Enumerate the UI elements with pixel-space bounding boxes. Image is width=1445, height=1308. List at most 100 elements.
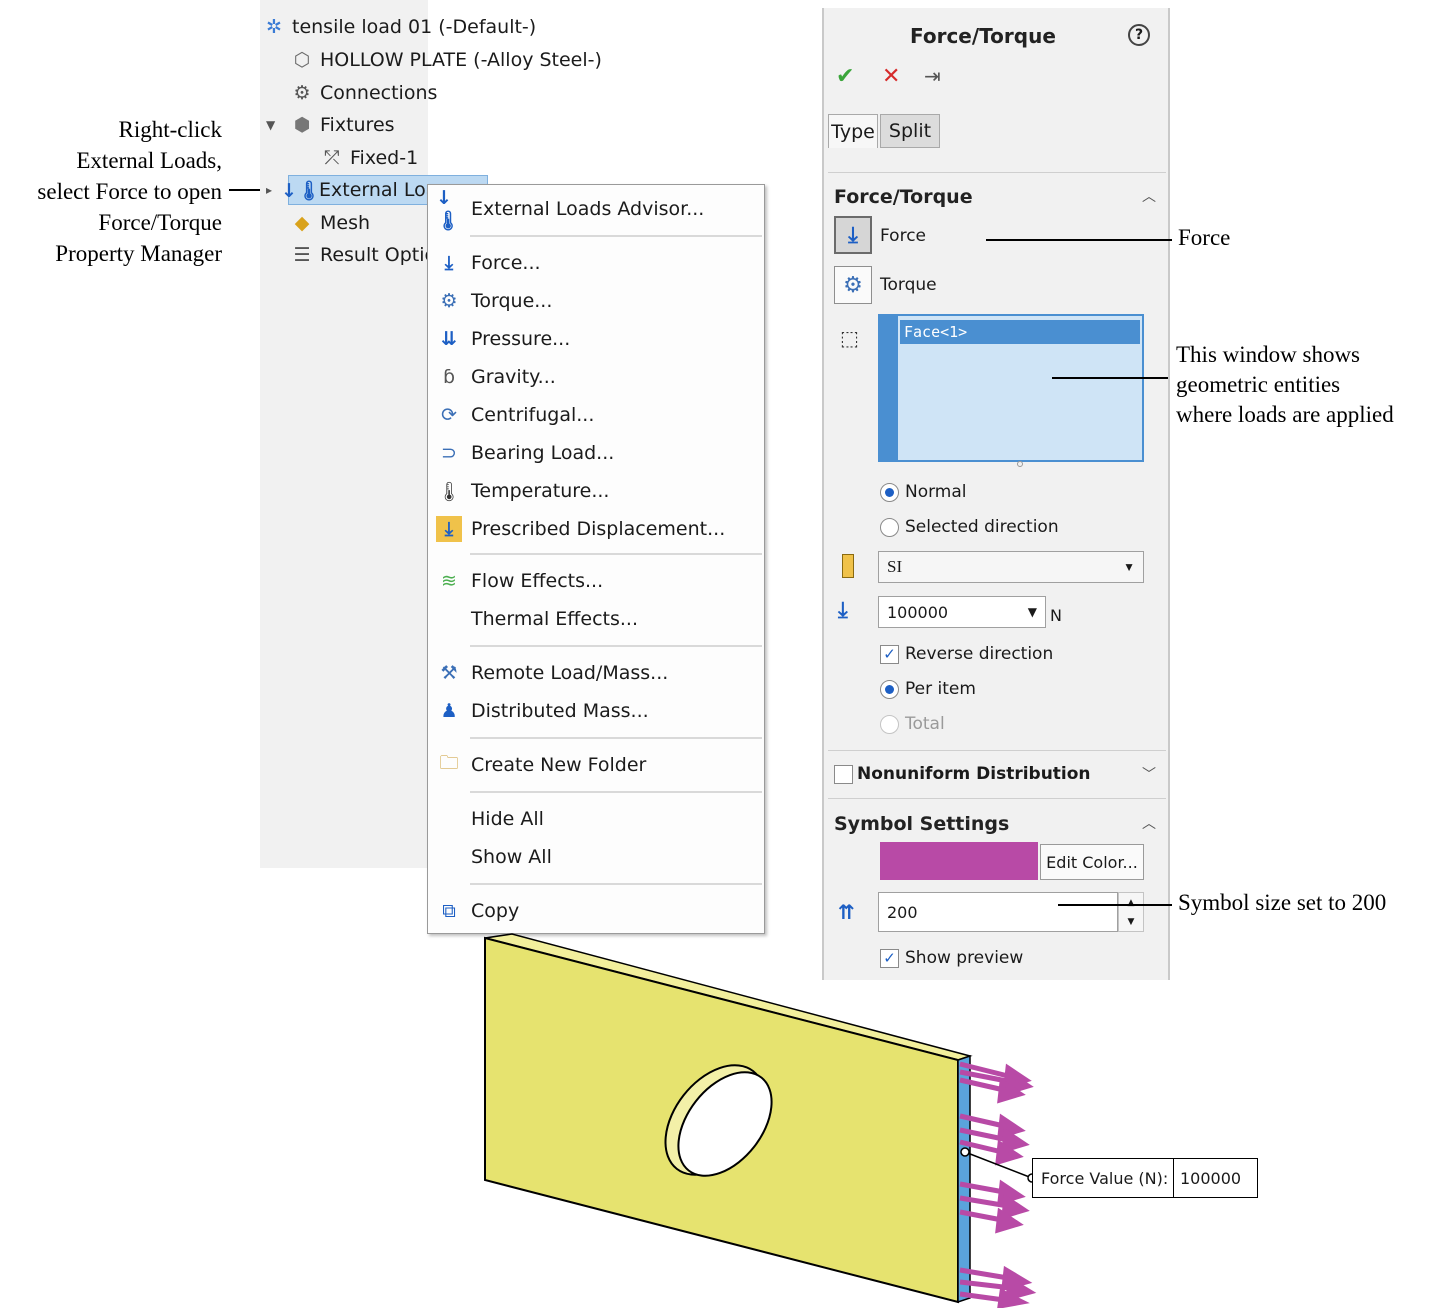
help-icon[interactable]: ?: [1128, 24, 1150, 46]
ok-icon[interactable]: ✔: [836, 64, 854, 89]
spin-up-icon[interactable]: ▲: [1128, 898, 1135, 908]
menu-item-prescribed-displacement[interactable]: ⤓ Prescribed Displacement...: [428, 511, 764, 547]
symbol-size-spinner[interactable]: ▲ ▼: [1118, 892, 1144, 932]
nonuniform-distribution-checkbox[interactable]: Nonuniform Distribution: [834, 764, 1091, 784]
menu-item-bearing-load[interactable]: ⊃ Bearing Load...: [428, 435, 764, 471]
force-torque-property-manager: Force/Torque ? ✔ ✕ ⇥ Type Split Force/To…: [822, 8, 1170, 980]
section-force-torque-header[interactable]: Force/Torque: [834, 186, 973, 208]
force-icon: ⤓: [444, 252, 454, 274]
menu-item-copy[interactable]: ⧉ Copy: [428, 893, 764, 929]
divider: [828, 750, 1166, 751]
callout-value: 100000: [1180, 1168, 1242, 1188]
per-item-radio[interactable]: Per item: [880, 679, 976, 699]
symbol-size-input[interactable]: 200: [878, 892, 1118, 932]
normal-radio[interactable]: Normal: [880, 482, 967, 502]
menu-item-hide-all[interactable]: Hide All: [428, 801, 764, 837]
tree-item-result-options[interactable]: ☰ Result Optic: [290, 240, 434, 270]
section-symbol-settings-header[interactable]: Symbol Settings: [834, 813, 1009, 835]
tree-item-mesh[interactable]: ◆ Mesh: [290, 208, 370, 238]
tree-item-label: HOLLOW PLATE (-Alloy Steel-): [320, 49, 602, 71]
flow-effects-icon: ≋: [441, 570, 457, 592]
tree-item-label: tensile load 01 (-Default-): [292, 16, 537, 38]
total-radio[interactable]: Total: [880, 714, 945, 734]
collapse-chevron-icon[interactable]: ︿: [1142, 813, 1156, 833]
units-value: SI: [887, 557, 903, 576]
selected-direction-radio[interactable]: Selected direction: [880, 517, 1059, 537]
selection-box[interactable]: Face<1>: [878, 314, 1144, 462]
nonuniform-label: Nonuniform Distribution: [857, 764, 1091, 784]
annotation-line-4: Force/Torque: [98, 210, 222, 235]
menu-item-gravity[interactable]: ɓ Gravity...: [428, 359, 764, 395]
menu-item-centrifugal[interactable]: ⟳ Centrifugal...: [428, 397, 764, 433]
symbol-size-icon: ⇈: [838, 900, 855, 924]
expand-chevron-icon[interactable]: ﹀: [1142, 764, 1156, 784]
window-annotation-line-2: geometric entities: [1176, 372, 1341, 397]
expand-caret-icon[interactable]: ▼: [266, 118, 275, 132]
menu-item-label: Prescribed Displacement...: [471, 518, 726, 540]
menu-separator: [470, 235, 762, 237]
menu-item-external-loads-advisor[interactable]: ↓🌡 External Loads Advisor...: [428, 187, 764, 232]
part-icon: ⬡: [293, 49, 311, 71]
collapse-chevron-icon[interactable]: ︿: [1142, 186, 1156, 206]
centrifugal-icon: ⟳: [441, 404, 457, 426]
force-type-button[interactable]: ⤓: [834, 216, 872, 254]
resize-handle[interactable]: [1017, 461, 1023, 467]
symbol-size-annotation: Symbol size set to 200: [1178, 890, 1387, 915]
tree-item-label: Mesh: [320, 212, 371, 234]
menu-item-label: Torque...: [471, 290, 553, 312]
menu-item-label: Distributed Mass...: [471, 700, 649, 722]
fixtures-icon: ⬢: [293, 114, 311, 136]
radio-dot: [880, 482, 899, 502]
face-selection-icon: ⬚: [840, 326, 859, 350]
menu-item-label: Force...: [471, 252, 541, 274]
window-leader: [1052, 377, 1168, 379]
tree-item-study[interactable]: ✲ tensile load 01 (-Default-): [262, 12, 536, 42]
menu-item-flow-effects[interactable]: ≋ Flow Effects...: [428, 563, 764, 599]
menu-item-show-all[interactable]: Show All: [428, 839, 764, 875]
tree-item-part[interactable]: ⬡ HOLLOW PLATE (-Alloy Steel-): [290, 45, 602, 75]
force-value-callout: Force Value (N): 100000: [1032, 1158, 1258, 1198]
menu-item-torque[interactable]: ⚙ Torque...: [428, 283, 764, 319]
torque-type-button[interactable]: ⚙: [834, 266, 872, 304]
annotation-line-5: Property Manager: [55, 241, 222, 266]
plate-loaded-face: [957, 1054, 971, 1304]
pushpin-icon[interactable]: ⇥: [924, 64, 941, 88]
force-value-input[interactable]: 100000 ▼: [878, 596, 1046, 628]
menu-item-create-new-folder[interactable]: 🗀 Create New Folder: [428, 747, 764, 783]
selection-item-face[interactable]: Face<1>: [900, 320, 1140, 344]
symbol-color-swatch: [880, 842, 1038, 880]
selection-box-bar: [880, 316, 898, 460]
menu-item-temperature[interactable]: 🌡 Temperature...: [428, 473, 764, 509]
tree-item-fixtures[interactable]: ⬢ Fixtures: [290, 110, 395, 140]
collapse-caret-icon[interactable]: ▸: [266, 183, 272, 197]
force-annotation: Force: [1178, 225, 1231, 250]
ruler-icon: [842, 554, 854, 578]
mesh-icon: ◆: [294, 212, 310, 234]
menu-item-thermal-effects[interactable]: Thermal Effects...: [428, 601, 764, 637]
checkmark-icon: ✓: [880, 644, 899, 664]
torque-icon: ⚙: [440, 290, 458, 312]
tab-type[interactable]: Type: [828, 114, 878, 148]
menu-item-force[interactable]: ⤓ Force...: [428, 245, 764, 281]
menu-item-label: Thermal Effects...: [471, 608, 638, 630]
tab-split[interactable]: Split: [880, 114, 940, 148]
connections-icon: ⚙: [293, 82, 311, 104]
dropdown-arrow-icon: ▼: [1123, 559, 1135, 574]
menu-item-distributed-mass[interactable]: ♟ Distributed Mass...: [428, 693, 764, 729]
divider: [828, 798, 1166, 799]
torque-label: Torque: [880, 275, 937, 295]
menu-item-label: Remote Load/Mass...: [471, 662, 669, 684]
reverse-direction-checkbox[interactable]: ✓ Reverse direction: [880, 644, 1053, 664]
menu-item-remote-load[interactable]: ⚒ Remote Load/Mass...: [428, 655, 764, 691]
cancel-icon[interactable]: ✕: [882, 64, 900, 89]
tree-item-connections[interactable]: ⚙ Connections: [290, 78, 437, 108]
menu-item-pressure[interactable]: ⇊ Pressure...: [428, 321, 764, 357]
spin-down-icon[interactable]: ▼: [1128, 917, 1135, 927]
units-select[interactable]: SI ▼: [878, 551, 1144, 583]
symbol-size-leader: [1058, 904, 1172, 906]
window-annotation: This window shows geometric entities whe…: [1176, 340, 1394, 430]
force-leader: [986, 239, 1172, 241]
tree-item-fixed-1[interactable]: ⤱ Fixed-1: [320, 143, 418, 173]
annotation-line-2: External Loads,: [76, 148, 222, 173]
edit-color-button[interactable]: Edit Color...: [1040, 844, 1144, 880]
